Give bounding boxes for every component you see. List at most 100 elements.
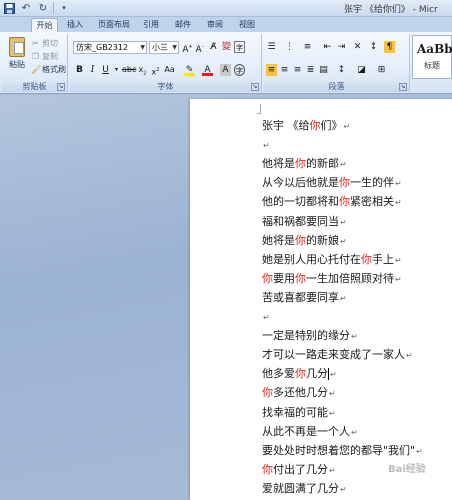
document-line[interactable]: 他将是你的新郎↵ <box>262 156 347 172</box>
tab-view[interactable]: 视图 <box>236 18 258 32</box>
undo-icon[interactable]: ↶ <box>19 1 33 15</box>
shrink-font-icon[interactable]: A- <box>194 41 205 55</box>
highlight-icon[interactable]: ✎ <box>184 64 195 76</box>
document-line[interactable]: 一定是特别的缘分↵ <box>262 328 358 344</box>
document-line[interactable]: 你要用你一生加倍照顾对待↵ <box>262 271 402 287</box>
chinese-layout-icon[interactable]: ✕ <box>352 41 363 53</box>
document-line[interactable]: ↵ <box>262 137 270 153</box>
borders-icon[interactable]: ⊞ <box>376 64 387 76</box>
show-hide-marks-icon[interactable]: ¶ <box>384 41 395 53</box>
paragraph-mark-icon: ↵ <box>340 160 347 170</box>
document-line[interactable]: 福和祸都要同当↵ <box>262 214 347 230</box>
document-line[interactable]: 要处处时时想着您的都导"我们"↵ <box>262 443 423 459</box>
document-line[interactable]: 从此不再是一个人↵ <box>262 424 358 440</box>
tab-mailings[interactable]: 邮件 <box>172 18 194 32</box>
line-spacing-icon[interactable]: ↕ <box>336 64 347 76</box>
character-border-icon[interactable]: 字 <box>234 41 245 53</box>
document-line[interactable]: 你多还他几分↵ <box>262 385 336 401</box>
underline-icon[interactable]: U <box>100 64 111 76</box>
line-text: 的新娘 <box>306 233 339 247</box>
document-line[interactable]: 他的一切都将和你紧密相关↵ <box>262 194 402 210</box>
line-text: 要用 <box>273 271 295 285</box>
chevron-down-icon[interactable]: ▼ <box>140 42 145 53</box>
line-text: 他将是 <box>262 157 295 171</box>
paragraph-launcher-icon[interactable]: ↘ <box>399 83 407 91</box>
phonetic-guide-icon[interactable]: 變 <box>221 41 232 53</box>
document-line[interactable]: 她将是你的新娘↵ <box>262 233 347 249</box>
underline-options-icon[interactable]: ▾ <box>111 64 122 76</box>
document-line[interactable]: 找幸福的可能↵ <box>262 405 336 421</box>
title-bar: ↶ ↻ ▾ 张宇 《给你们》 - Micr <box>0 0 452 17</box>
font-launcher-icon[interactable]: ↘ <box>251 83 259 91</box>
tab-references[interactable]: 引用 <box>140 18 162 32</box>
clear-formatting-icon[interactable]: A̸ <box>208 41 219 53</box>
paragraph-mark-icon: ↵ <box>340 484 347 494</box>
paragraph-mark-icon: ↵ <box>351 332 358 342</box>
paste-button[interactable]: 粘贴 <box>6 37 28 75</box>
enclose-characters-icon[interactable]: 字 <box>234 64 245 76</box>
document-line[interactable]: 张宇 《给你们》↵ <box>262 118 350 134</box>
font-color-icon[interactable]: A <box>202 64 213 76</box>
paragraph-mark-icon: ↵ <box>330 370 337 380</box>
document-line[interactable]: 他多爱你几分 ↵ <box>262 366 337 382</box>
sort-icon[interactable]: ↕ <box>368 41 379 53</box>
italic-icon[interactable]: I <box>87 64 98 76</box>
cut-button[interactable]: ✂ 剪切 <box>31 37 58 49</box>
paragraph-mark-icon: ↵ <box>263 313 270 322</box>
shading-icon[interactable]: ◪ <box>356 64 367 76</box>
align-left-icon[interactable]: ≡ <box>266 64 277 76</box>
line-text: 要处处时时想着您的都导"我们" <box>262 443 416 457</box>
paragraph-mark-icon: ↵ <box>406 351 413 361</box>
superscript-icon[interactable]: x2 <box>150 64 161 77</box>
clipboard-launcher-icon[interactable]: ↘ <box>57 83 65 91</box>
tab-page-layout[interactable]: 页面布局 <box>96 18 132 32</box>
decrease-indent-icon[interactable]: ⇤ <box>322 41 333 53</box>
paragraph-mark-icon: ↵ <box>395 179 402 189</box>
character-shading-icon[interactable]: A <box>220 64 231 76</box>
format-painter-button[interactable]: 🖌 格式刷 <box>31 63 66 75</box>
subscript-icon[interactable]: x2 <box>137 64 148 77</box>
line-text: 从今以后他就是 <box>262 176 339 190</box>
grow-font-icon[interactable]: A+ <box>182 41 193 55</box>
line-text: 她将是 <box>262 233 295 247</box>
font-size-combo[interactable]: 小三 ▼ <box>149 41 179 54</box>
highlighted-word: 你 <box>309 119 321 132</box>
copy-button[interactable]: ❐ 复制 <box>31 50 58 62</box>
strikethrough-icon[interactable]: abc <box>122 64 136 76</box>
paragraph-mark-icon: ↵ <box>395 255 402 265</box>
align-center-icon[interactable]: ≡ <box>279 64 290 76</box>
document-line[interactable]: 爱就圆满了几分↵ <box>262 481 347 497</box>
customize-qat-icon[interactable]: ▾ <box>57 1 71 15</box>
multilevel-list-icon[interactable]: ≡ <box>302 41 313 53</box>
document-line[interactable]: ↵ <box>262 309 270 325</box>
document-line[interactable]: 才可以一路走来变成了一家人↵ <box>262 347 413 363</box>
increase-indent-icon[interactable]: ⇥ <box>336 41 347 53</box>
paragraph-mark-icon: ↵ <box>329 389 336 399</box>
tab-home[interactable]: 开始 <box>31 18 58 32</box>
paragraph-group: ☰ ⋮ ≡ ⇤ ⇥ ✕ ↕ ¶ ≡ ≡ ≡ ≣ ▤ ↕ ◪ ⊞ 段落 ↘ <box>264 34 410 92</box>
line-text: 她是别人用心托付在 <box>262 252 361 266</box>
distributed-icon[interactable]: ▤ <box>318 64 329 76</box>
style-gallery-item[interactable]: AaBbC 标题 <box>412 35 452 79</box>
justify-icon[interactable]: ≣ <box>305 64 316 76</box>
save-icon[interactable] <box>2 1 16 15</box>
redo-icon[interactable]: ↻ <box>36 1 50 15</box>
change-case-icon[interactable]: Aa <box>164 64 175 76</box>
document-line[interactable]: 你付出了几分↵ <box>262 462 336 478</box>
align-right-icon[interactable]: ≡ <box>292 64 303 76</box>
window-title: 张宇 《给你们》 - Micr <box>344 5 438 15</box>
line-text: 一生加倍照顾对待 <box>306 271 394 285</box>
line-text: 们》 <box>320 119 343 132</box>
bullets-icon[interactable]: ☰ <box>266 41 277 53</box>
numbering-icon[interactable]: ⋮ <box>284 41 295 53</box>
bold-icon[interactable]: B <box>74 64 85 76</box>
tab-insert[interactable]: 插入 <box>64 18 86 32</box>
font-name-combo[interactable]: 仿宋_GB2312 ▼ <box>73 41 147 54</box>
chevron-down-icon[interactable]: ▼ <box>172 42 177 53</box>
document-line[interactable]: 从今以后他就是你一生的伴↵ <box>262 175 402 191</box>
paragraph-mark-icon: ↵ <box>340 293 347 303</box>
document-line[interactable]: 苦或喜都要同享↵ <box>262 290 347 306</box>
tab-review[interactable]: 审阅 <box>204 18 226 32</box>
document-line[interactable]: 她是别人用心托付在你手上↵ <box>262 252 402 268</box>
paragraph-mark-icon: ↵ <box>329 465 336 475</box>
